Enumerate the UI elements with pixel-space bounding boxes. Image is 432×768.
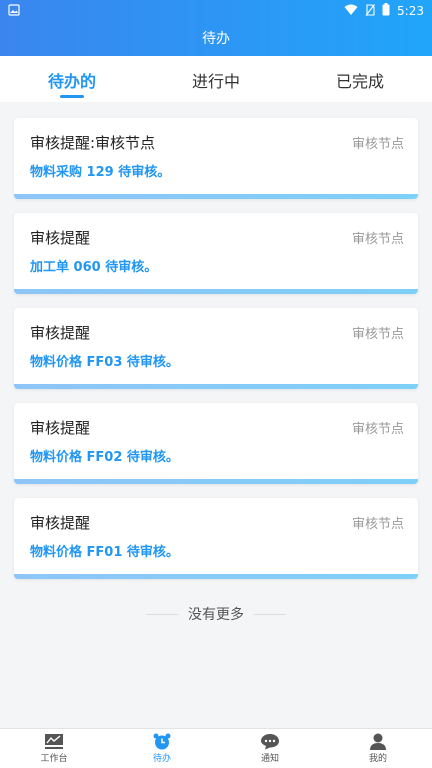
tab-in-progress[interactable]: 进行中 <box>144 56 288 102</box>
todo-card[interactable]: 审核提醒 审核节点 物料价格 FF01 待审核。 <box>14 498 418 579</box>
page-title: 待办 <box>202 31 230 47</box>
card-tag: 审核节点 <box>351 422 404 437</box>
card-tag: 审核节点 <box>351 137 404 152</box>
todo-card[interactable]: 审核提醒:审核节点 审核节点 物料采购 129 待审核。 <box>14 118 418 199</box>
card-title: 审核提醒 <box>30 229 91 247</box>
todo-card[interactable]: 审核提醒 审核节点 物料价格 FF02 待审核。 <box>14 403 418 484</box>
card-title: 审核提醒 <box>30 419 91 437</box>
status-time: 5:23 <box>397 4 424 18</box>
card-description: 物料价格 FF02 待审核。 <box>30 450 179 465</box>
image-notification-icon <box>8 3 20 19</box>
divider <box>146 613 178 615</box>
nav-notifications[interactable]: 通知 <box>216 729 324 768</box>
no-more-indicator: 没有更多 <box>0 604 432 624</box>
divider <box>254 613 286 615</box>
card-tag: 审核节点 <box>351 232 404 247</box>
card-description: 物料价格 FF03 待审核。 <box>30 355 179 370</box>
status-bar: 5:23 <box>0 0 432 22</box>
tab-bar: 待办的 进行中 已完成 <box>0 56 432 102</box>
card-description: 物料价格 FF01 待审核。 <box>30 545 179 560</box>
no-more-text: 没有更多 <box>188 607 244 623</box>
card-title: 审核提醒:审核节点 <box>30 134 156 152</box>
nav-label: 工作台 <box>40 754 68 764</box>
nav-workbench[interactable]: 工作台 <box>0 729 108 768</box>
card-tag: 审核节点 <box>351 517 404 532</box>
person-icon <box>368 733 388 751</box>
todo-list: 审核提醒:审核节点 审核节点 物料采购 129 待审核。 审核提醒 审核节点 加… <box>14 118 418 593</box>
card-title: 审核提醒 <box>30 514 91 532</box>
nav-todo[interactable]: 待办 <box>108 729 216 768</box>
chat-icon <box>260 733 280 751</box>
nav-profile[interactable]: 我的 <box>324 729 432 768</box>
clock-icon <box>152 733 172 751</box>
chart-icon <box>44 733 64 751</box>
card-description: 物料采购 129 待审核。 <box>30 165 171 180</box>
nav-label: 通知 <box>260 754 279 764</box>
card-description: 加工单 060 待审核。 <box>30 260 158 275</box>
todo-card[interactable]: 审核提醒 审核节点 物料价格 FF03 待审核。 <box>14 308 418 389</box>
battery-icon <box>382 3 390 19</box>
tab-pending[interactable]: 待办的 <box>0 56 144 102</box>
card-tag: 审核节点 <box>351 327 404 342</box>
todo-card[interactable]: 审核提醒 审核节点 加工单 060 待审核。 <box>14 213 418 294</box>
app-header: 5:23 待办 <box>0 0 432 56</box>
bottom-nav: 工作台 待办 通知 我的 <box>0 728 432 768</box>
tab-completed[interactable]: 已完成 <box>288 56 432 102</box>
card-title: 审核提醒 <box>30 324 91 342</box>
no-sim-icon <box>365 3 375 19</box>
nav-label: 我的 <box>368 754 387 764</box>
wifi-icon <box>344 4 358 19</box>
nav-label: 待办 <box>152 754 171 764</box>
